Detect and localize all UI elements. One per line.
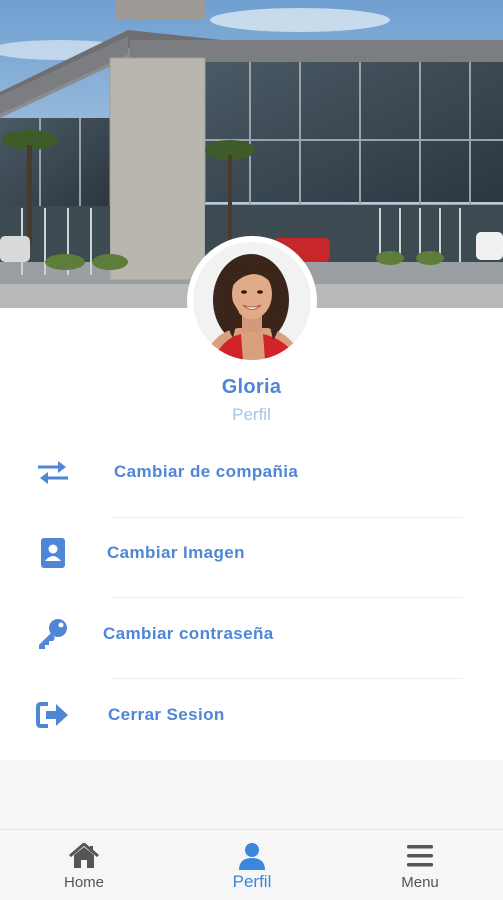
profile-name: Gloria xyxy=(221,376,282,398)
menu-item-logout[interactable]: Cerrar Sesion xyxy=(0,675,503,755)
bottom-navigation: Home Perfil Menu xyxy=(0,829,503,900)
nav-label: Home xyxy=(63,874,104,891)
menu-item-change-company[interactable]: Cambiar de compañia xyxy=(0,432,503,512)
menu-item-label: Cambiar de compañia xyxy=(114,462,299,481)
sign-out-icon xyxy=(36,698,70,732)
menu-item-label: Cambiar Imagen xyxy=(107,543,245,562)
avatar-frame xyxy=(187,236,317,366)
nav-profile[interactable]: Perfil xyxy=(168,830,336,900)
menu-item-change-password[interactable]: Cambiar contraseña xyxy=(0,594,503,674)
hamburger-menu-icon xyxy=(404,842,436,870)
menu-item-label: Cambiar contraseña xyxy=(103,624,274,643)
nav-label: Menu xyxy=(401,874,439,891)
avatar[interactable] xyxy=(193,242,311,360)
nav-label: Perfil xyxy=(232,872,272,891)
home-icon xyxy=(68,842,100,870)
swap-arrows-icon xyxy=(36,455,70,489)
nav-home[interactable]: Home xyxy=(0,830,168,900)
nav-menu[interactable]: Menu xyxy=(336,830,503,900)
profile-role: Perfil xyxy=(232,405,271,424)
menu-item-change-image[interactable]: Cambiar Imagen xyxy=(0,513,503,593)
user-icon xyxy=(236,842,268,870)
contact-card-icon xyxy=(36,536,70,570)
key-icon xyxy=(36,617,70,651)
menu-item-label: Cerrar Sesion xyxy=(108,705,225,724)
